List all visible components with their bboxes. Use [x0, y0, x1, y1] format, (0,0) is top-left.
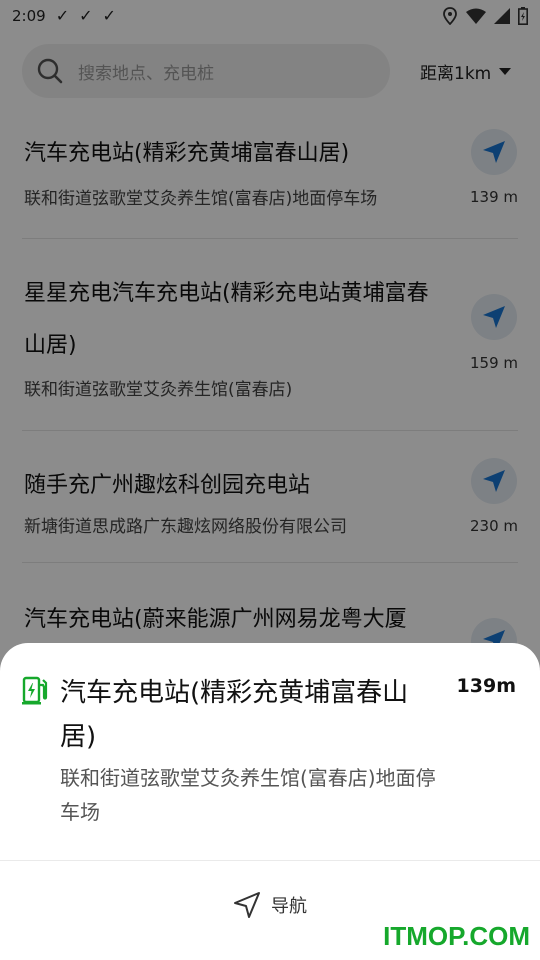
sheet-address: 联和街道弦歌堂艾灸养生馆(富春店)地面停车场 — [60, 766, 436, 824]
sheet-distance: 139m — [456, 675, 516, 697]
navigate-label: 导航 — [271, 895, 307, 917]
screen: 2:09 ✓ ✓ ✓ 搜索地点、充电桩 距离1km 汽车充电站(精彩充黄埔富春山… — [0, 0, 540, 960]
sheet-title: 汽车充电站(精彩充黄埔富春山居) — [60, 678, 409, 752]
station-detail-sheet: 汽车充电站(精彩充黄埔富春山居) 139m 联和街道弦歌堂艾灸养生馆(富春店)地… — [0, 643, 540, 960]
charging-station-icon — [22, 675, 48, 705]
watermark: ITMOP.COM — [383, 921, 530, 951]
navigation-arrow-icon — [234, 891, 260, 918]
